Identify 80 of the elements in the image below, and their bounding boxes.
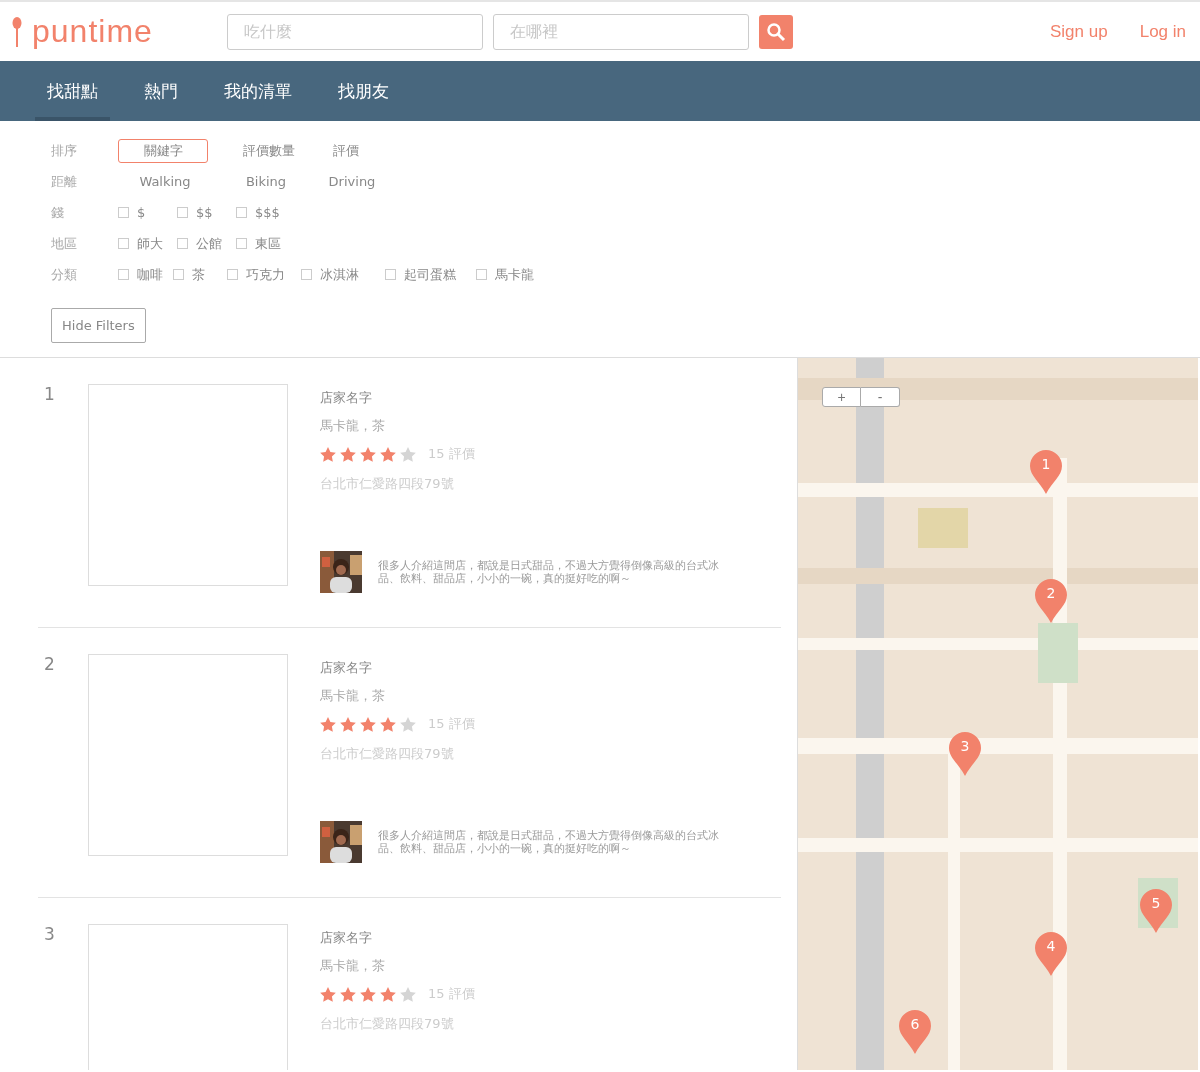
checkbox-label: 馬卡龍	[495, 265, 534, 284]
result-rank: 3	[43, 924, 56, 946]
map-pin[interactable]: 2	[1035, 579, 1067, 623]
checkbox-label: 咖啡	[137, 265, 163, 284]
shop-tags: 馬卡龍，茶	[320, 417, 781, 435]
checkbox[interactable]	[236, 238, 247, 249]
review-text: 很多人介紹這間店，都說是日式甜品，不過大方覺得倒像高級的台式冰品、飲料、甜品店，小小的一碗，真的挺好吃的啊～	[378, 829, 720, 855]
checkbox[interactable]	[118, 269, 129, 280]
star-icon	[340, 986, 356, 1002]
sort-option[interactable]: 評價	[326, 138, 366, 163]
header-link[interactable]: Sign up	[1050, 21, 1108, 42]
filter-label: 錢	[51, 203, 65, 222]
header-link[interactable]: Log in	[1139, 21, 1186, 42]
spoon-icon	[12, 16, 22, 47]
star-icon	[320, 716, 336, 732]
shop-name[interactable]: 店家名字	[320, 389, 781, 407]
shop-tags: 馬卡龍，茶	[320, 687, 781, 705]
star-icon	[360, 716, 376, 732]
checkbox-label: 起司蛋糕	[404, 265, 456, 284]
star-icon	[360, 986, 376, 1002]
star-icon	[380, 446, 396, 462]
checkbox[interactable]	[476, 269, 487, 280]
logo[interactable]: puntime	[32, 13, 153, 50]
checkbox-label: 師大	[137, 234, 164, 253]
filter-label: 地區	[51, 234, 78, 253]
checkbox[interactable]	[385, 269, 396, 280]
map-pin[interactable]: 5	[1140, 889, 1172, 933]
nav-tab[interactable]: 熱門	[132, 61, 190, 121]
checkbox[interactable]	[177, 238, 188, 249]
shop-name[interactable]: 店家名字	[320, 929, 781, 947]
checkbox[interactable]	[177, 207, 188, 218]
star-icon	[340, 446, 356, 462]
nav-tab[interactable]: 我的清單	[212, 61, 304, 121]
checkbox-label: $$$	[255, 205, 281, 220]
checkbox[interactable]	[301, 269, 312, 280]
checkbox-label: 東區	[255, 234, 282, 253]
checkbox-label: 茶	[192, 265, 205, 284]
search-icon	[766, 21, 786, 42]
checkbox-label: 巧克力	[246, 265, 285, 284]
nav-tab[interactable]: 找甜點	[35, 61, 110, 121]
checkbox-label: $	[137, 205, 147, 220]
hide-filters-button[interactable]: Hide Filters	[51, 308, 146, 343]
shop-name[interactable]: 店家名字	[320, 659, 781, 677]
zoom-out-button[interactable]: -	[861, 387, 900, 407]
map-pin[interactable]: 6	[899, 1010, 931, 1054]
distance-option[interactable]: Biking	[234, 169, 298, 194]
star-icon	[400, 986, 416, 1002]
star-icon	[400, 446, 416, 462]
checkbox[interactable]	[118, 238, 129, 249]
star-icon	[380, 986, 396, 1002]
filter-label: 排序	[51, 141, 78, 160]
distance-option[interactable]: Driving	[320, 169, 384, 194]
checkbox[interactable]	[118, 207, 129, 218]
result-rank: 2	[43, 654, 56, 676]
star-icon	[380, 716, 396, 732]
filter-label: 分類	[51, 265, 78, 284]
star-icon	[400, 716, 416, 732]
star-icon	[320, 986, 336, 1002]
checkbox[interactable]	[173, 269, 184, 280]
review-text: 很多人介紹這間店，都說是日式甜品，不過大方覺得倒像高級的台式冰品、飲料、甜品店，小小的一碗，真的挺好吃的啊～	[378, 559, 720, 585]
shop-tags: 馬卡龍，茶	[320, 957, 781, 975]
checkbox[interactable]	[227, 269, 238, 280]
star-icon	[340, 716, 356, 732]
sort-option[interactable]: 評價數量	[234, 138, 304, 163]
checkbox[interactable]	[236, 207, 247, 218]
sort-option[interactable]: 關鍵字	[118, 138, 208, 163]
distance-option[interactable]: Walking	[118, 169, 212, 194]
star-icon	[360, 446, 376, 462]
map-pin[interactable]: 4	[1035, 932, 1067, 976]
result-rank: 1	[43, 384, 56, 406]
filter-label: 距離	[51, 172, 78, 191]
search-button[interactable]	[759, 14, 793, 49]
star-icon	[320, 446, 336, 462]
checkbox-label: $$	[196, 205, 214, 220]
zoom-in-button[interactable]: +	[822, 387, 861, 407]
map-pin[interactable]: 3	[949, 732, 981, 776]
map-pin[interactable]: 1	[1030, 450, 1062, 494]
nav-tab[interactable]: 找朋友	[326, 61, 401, 121]
checkbox-label: 冰淇淋	[320, 265, 359, 284]
checkbox-label: 公館	[196, 234, 223, 253]
